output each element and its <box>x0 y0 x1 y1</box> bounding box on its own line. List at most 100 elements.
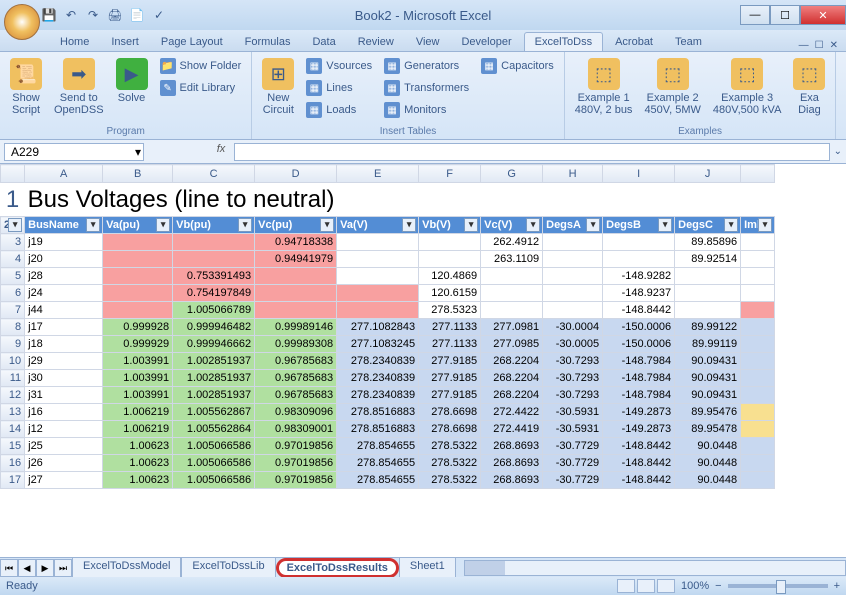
cell[interactable]: 120.4869 <box>419 268 481 285</box>
solve-button[interactable]: ▶ Solve <box>112 56 152 106</box>
spelling-button[interactable]: ✓ <box>150 6 168 24</box>
col-header-B[interactable]: B <box>103 165 173 183</box>
cell[interactable]: j44 <box>25 302 103 319</box>
cell[interactable]: 278.854655 <box>337 438 419 455</box>
edit-library-button[interactable]: ✎Edit Library <box>156 78 246 98</box>
cell[interactable] <box>103 268 173 285</box>
filter-Iml[interactable]: Iml <box>741 217 775 234</box>
cell[interactable]: 277.1133 <box>419 336 481 353</box>
save-button[interactable]: 💾 <box>40 6 58 24</box>
sheet-nav-first[interactable]: ⏮ <box>0 559 18 577</box>
cell[interactable]: 0.96785683 <box>255 387 337 404</box>
cell[interactable]: j19 <box>25 234 103 251</box>
cell[interactable]: 0.999929 <box>103 336 173 353</box>
cell[interactable]: 89.99119 <box>675 336 741 353</box>
new-circuit-button[interactable]: ⊞ NewCircuit <box>258 56 298 118</box>
row-header-10[interactable]: 10 <box>1 353 25 370</box>
cell[interactable]: 0.753391493 <box>173 268 255 285</box>
filter-Va(pu)[interactable]: Va(pu) <box>103 217 173 234</box>
cell[interactable] <box>741 472 775 489</box>
cell[interactable]: 1.005066586 <box>173 438 255 455</box>
cell[interactable]: 1.00623 <box>103 472 173 489</box>
cell[interactable] <box>603 251 675 268</box>
col-header-G[interactable]: G <box>481 165 543 183</box>
cell[interactable]: -149.2873 <box>603 421 675 438</box>
example3-button[interactable]: ⬚ Example 3480V,500 kVA <box>709 56 786 118</box>
cell[interactable] <box>543 251 603 268</box>
tab-developer[interactable]: Developer <box>451 33 521 51</box>
example1-button[interactable]: ⬚ Example 1480V, 2 bus <box>571 56 637 118</box>
cell[interactable]: 263.1109 <box>481 251 543 268</box>
cell[interactable]: 278.5323 <box>419 302 481 319</box>
cell[interactable]: 1.00623 <box>103 455 173 472</box>
cell[interactable]: 90.09431 <box>675 387 741 404</box>
cell[interactable] <box>255 285 337 302</box>
minimize-button[interactable]: — <box>740 5 770 25</box>
cell[interactable]: j18 <box>25 336 103 353</box>
row-header-13[interactable]: 13 <box>1 404 25 421</box>
cell[interactable] <box>675 302 741 319</box>
cell[interactable] <box>741 285 775 302</box>
tab-insert[interactable]: Insert <box>101 33 149 51</box>
cell[interactable]: 1.005562864 <box>173 421 255 438</box>
example4-button[interactable]: ⬚ ExaDiag <box>789 56 829 118</box>
cell[interactable] <box>173 251 255 268</box>
cell[interactable]: 268.8693 <box>481 438 543 455</box>
col-header-J[interactable]: J <box>675 165 741 183</box>
capacitors-button[interactable]: ▦Capacitors <box>477 56 558 76</box>
cell[interactable] <box>741 336 775 353</box>
cell[interactable]: 0.999946482 <box>173 319 255 336</box>
cell[interactable]: -30.7293 <box>543 387 603 404</box>
cell[interactable]: -30.7293 <box>543 353 603 370</box>
cell[interactable]: 89.95478 <box>675 421 741 438</box>
cell[interactable]: -148.9237 <box>603 285 675 302</box>
cell[interactable] <box>543 268 603 285</box>
zoom-in-button[interactable]: + <box>834 580 840 592</box>
sheet-nav-prev[interactable]: ◀ <box>18 559 36 577</box>
cell[interactable]: 120.6159 <box>419 285 481 302</box>
workbook-restore-icon[interactable]: ☐ <box>815 40 824 51</box>
cell[interactable]: 277.0985 <box>481 336 543 353</box>
cell[interactable]: 268.2204 <box>481 387 543 404</box>
tab-page-layout[interactable]: Page Layout <box>151 33 233 51</box>
row-header-1[interactable]: 1 <box>1 183 25 217</box>
cell[interactable]: -150.0006 <box>603 319 675 336</box>
cell[interactable] <box>103 251 173 268</box>
row-header-6[interactable]: 6 <box>1 285 25 302</box>
lines-button[interactable]: ▦Lines <box>302 78 376 98</box>
cell[interactable] <box>173 234 255 251</box>
cell[interactable] <box>741 319 775 336</box>
cell[interactable]: 90.09431 <box>675 370 741 387</box>
cell[interactable]: -30.7729 <box>543 455 603 472</box>
cell[interactable]: 89.85896 <box>675 234 741 251</box>
example2-button[interactable]: ⬚ Example 2450V, 5MW <box>640 56 704 118</box>
cell[interactable] <box>741 302 775 319</box>
cell[interactable]: 278.8516883 <box>337 421 419 438</box>
cell[interactable] <box>337 251 419 268</box>
sheet-tab-exceltodssmodel[interactable]: ExcelToDssModel <box>72 558 181 578</box>
ribbon-minimize-icon[interactable]: — <box>799 40 809 51</box>
cell[interactable]: 277.1133 <box>419 319 481 336</box>
cell[interactable]: 1.00623 <box>103 438 173 455</box>
cell[interactable]: 90.0448 <box>675 438 741 455</box>
cell[interactable] <box>255 302 337 319</box>
cell[interactable]: 90.0448 <box>675 455 741 472</box>
cell[interactable]: 0.999946662 <box>173 336 255 353</box>
cell[interactable] <box>741 251 775 268</box>
office-button[interactable] <box>4 4 40 40</box>
cell[interactable]: 90.0448 <box>675 472 741 489</box>
cell[interactable]: 0.98309096 <box>255 404 337 421</box>
zoom-out-button[interactable]: − <box>715 580 721 592</box>
cell[interactable] <box>419 234 481 251</box>
cell[interactable]: 1.006219 <box>103 421 173 438</box>
cell[interactable]: 0.97019856 <box>255 455 337 472</box>
cell[interactable]: 277.1083245 <box>337 336 419 353</box>
tab-exceltodss[interactable]: ExcelToDss <box>524 32 603 51</box>
cell[interactable]: j29 <box>25 353 103 370</box>
cell[interactable] <box>741 353 775 370</box>
cell[interactable] <box>741 438 775 455</box>
cell[interactable]: 277.9185 <box>419 387 481 404</box>
normal-view-button[interactable] <box>617 579 635 593</box>
cell[interactable] <box>481 302 543 319</box>
cell[interactable]: j16 <box>25 404 103 421</box>
